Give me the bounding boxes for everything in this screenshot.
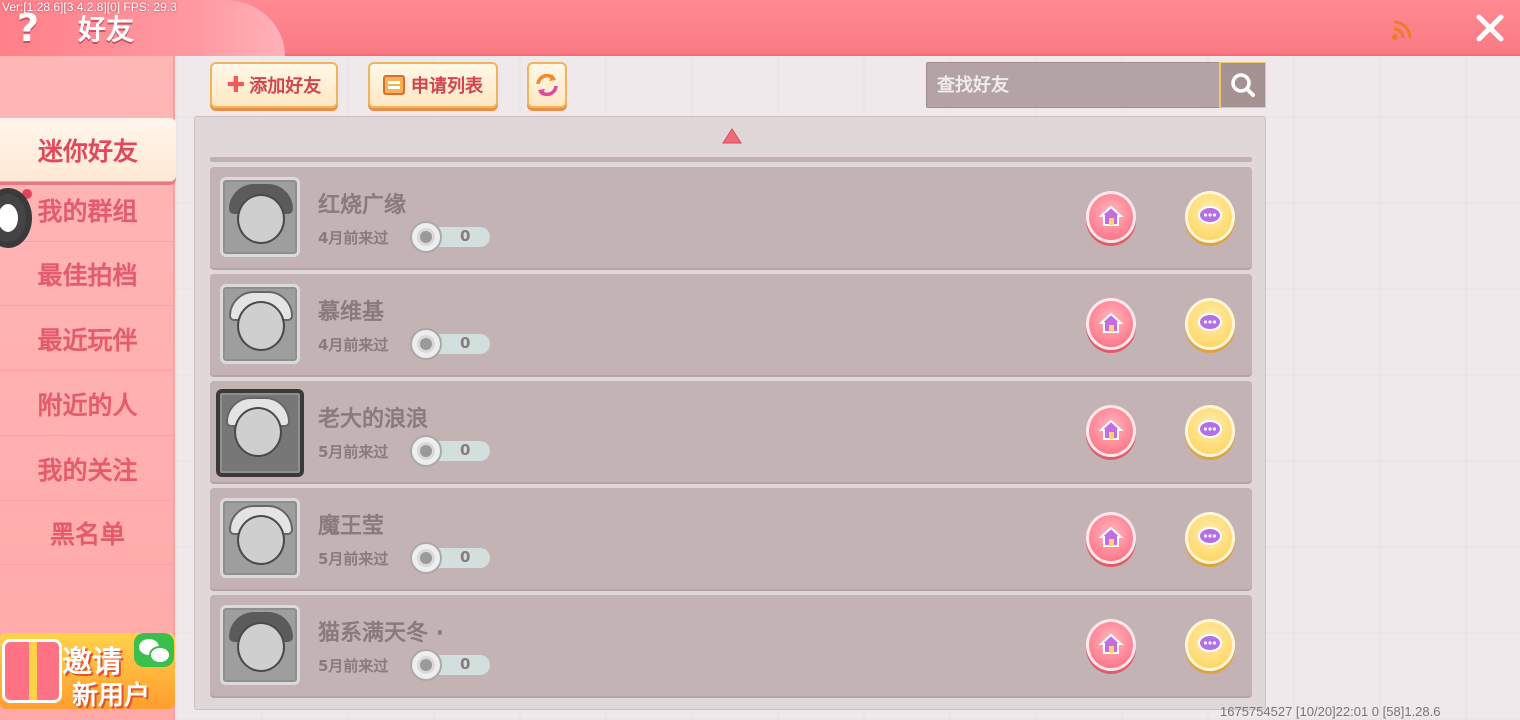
visit-home-button[interactable]: [1086, 405, 1136, 457]
friend-name: 魔王莹: [318, 514, 385, 539]
avatar[interactable]: [220, 605, 300, 685]
flower-icon: [410, 328, 442, 360]
flower-count: 0: [460, 548, 471, 566]
arrow-up-icon[interactable]: [721, 127, 743, 145]
sidebar-item-best-partner[interactable]: 最佳拍档: [0, 242, 175, 306]
search-button[interactable]: [1219, 62, 1266, 108]
friend-row[interactable]: 老大的浪浪 5月前来过 0: [210, 381, 1252, 482]
last-seen: 4月前来过: [318, 229, 389, 247]
flower-icon: [410, 542, 442, 574]
avatar[interactable]: [220, 498, 300, 578]
sidebar-item-mini-friends[interactable]: 迷你好友: [0, 118, 176, 182]
friend-row[interactable]: 红烧广缘 4月前来过 0: [210, 167, 1252, 268]
home-icon: [1098, 526, 1124, 547]
chat-icon: [1198, 527, 1222, 545]
flower-icon: [410, 221, 442, 253]
flower-icon: [410, 649, 442, 681]
add-friend-label: 添加好友: [249, 76, 322, 97]
chat-button[interactable]: [1185, 619, 1235, 671]
invite-line2: 新用户: [72, 681, 151, 709]
close-icon[interactable]: [1472, 10, 1508, 46]
avatar[interactable]: [216, 389, 304, 477]
list-icon: [383, 75, 405, 95]
home-icon: [1098, 205, 1124, 226]
home-icon: [1098, 419, 1124, 440]
visit-home-button[interactable]: [1086, 298, 1136, 350]
friend-row[interactable]: 魔王莹 5月前来过 0: [210, 488, 1252, 589]
signal-icon: [1392, 20, 1412, 40]
visit-home-button[interactable]: [1086, 512, 1136, 564]
sidebar-item-following[interactable]: 我的关注: [0, 437, 175, 501]
chat-icon: [1198, 313, 1222, 331]
chat-icon: [1198, 634, 1222, 652]
last-seen: 4月前来过: [318, 336, 389, 354]
friend-list-panel[interactable]: 红烧广缘 4月前来过 0 慕维基 4月前来过 0 老大的浪浪 5月前来过 0 魔…: [194, 116, 1266, 710]
chat-button[interactable]: [1185, 512, 1235, 564]
flower-count: 0: [460, 334, 471, 352]
visit-home-button[interactable]: [1086, 191, 1136, 243]
friend-name: 老大的浪浪: [318, 407, 429, 432]
refresh-button[interactable]: [527, 62, 567, 108]
flower-count: 0: [460, 655, 471, 673]
apply-list-label: 申请列表: [411, 76, 483, 97]
friend-row[interactable]: 猫系满天冬 · 5月前来过 0: [210, 595, 1252, 696]
visit-home-button[interactable]: [1086, 619, 1136, 671]
friend-name: 猫系满天冬 ·: [318, 621, 445, 646]
chat-icon: [1198, 420, 1222, 438]
gift-icon: [2, 639, 62, 703]
home-icon: [1098, 633, 1124, 654]
help-icon[interactable]: ?: [10, 8, 46, 48]
search-input[interactable]: [926, 62, 1220, 108]
last-seen: 5月前来过: [318, 550, 389, 568]
sidebar-item-nearby[interactable]: 附近的人: [0, 372, 175, 436]
search-icon: [1231, 73, 1255, 97]
friend-row[interactable]: 慕维基 4月前来过 0: [210, 274, 1252, 375]
flower-count: 0: [460, 227, 471, 245]
home-icon: [1098, 312, 1124, 333]
last-seen: 5月前来过: [318, 657, 389, 675]
top-bar: ? 好友 Ver:[1.28.6][3.4.2.8][0] FPS: 29.3: [0, 0, 1520, 56]
chat-button[interactable]: [1185, 405, 1235, 457]
last-seen: 5月前来过: [318, 443, 389, 461]
sidebar: 迷你好友 我的群组 最佳拍档 最近玩伴 附近的人 我的关注 黑名单: [0, 56, 176, 720]
footer-info: 1675754527 [10/20]22:01 0 [58]1.28.6: [1220, 704, 1441, 719]
refresh-icon: [536, 73, 558, 97]
sidebar-item-blacklist[interactable]: 黑名单: [0, 501, 175, 565]
wechat-icon: [134, 633, 174, 667]
apply-list-button[interactable]: 申请列表: [368, 62, 498, 108]
chat-button[interactable]: [1185, 191, 1235, 243]
flower-count: 0: [460, 441, 471, 459]
chat-icon: [1198, 206, 1222, 224]
divider: [210, 157, 1252, 162]
friend-name: 慕维基: [318, 300, 385, 325]
version-info: Ver:[1.28.6][3.4.2.8][0] FPS: 29.3: [2, 0, 177, 14]
plus-icon: ✚: [226, 72, 246, 98]
add-friend-button[interactable]: ✚ 添加好友: [210, 62, 338, 108]
avatar[interactable]: [220, 177, 300, 257]
page-title: 好友: [78, 13, 135, 46]
flower-icon: [410, 435, 442, 467]
avatar[interactable]: [220, 284, 300, 364]
sidebar-item-recent-players[interactable]: 最近玩伴: [0, 307, 175, 371]
friend-name: 红烧广缘: [318, 193, 407, 218]
chat-button[interactable]: [1185, 298, 1235, 350]
